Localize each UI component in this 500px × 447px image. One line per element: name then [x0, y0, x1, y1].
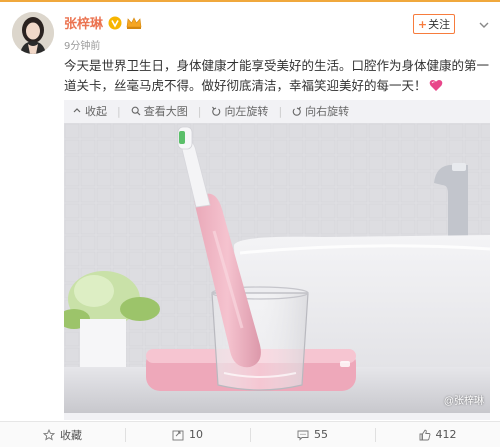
crown-icon	[126, 15, 142, 29]
magnify-icon	[131, 106, 141, 116]
media-box: 收起 | 查看大图 | 向左旋转 | 向右旋转 @张梓琳	[64, 100, 490, 420]
comment-count: 55	[314, 428, 328, 441]
username[interactable]: 张梓琳	[64, 13, 103, 32]
post-header: 张梓琳 9分钟前 + 关注	[0, 4, 500, 54]
like-count: 412	[435, 428, 457, 441]
avatar[interactable]	[12, 12, 54, 54]
collapse-button[interactable]: 收起	[72, 103, 107, 119]
heart-emoji-icon	[429, 78, 443, 91]
follow-button[interactable]: + 关注	[413, 14, 455, 34]
top-border	[0, 0, 500, 2]
repost-icon	[172, 430, 184, 440]
collapse-label: 收起	[85, 105, 107, 118]
view-large-label: 查看大图	[143, 105, 188, 118]
favorite-button[interactable]: 收藏	[0, 422, 125, 447]
post-text-content: 今天是世界卫生日，身体健康才能享受美好的生活。口腔作为身体健康的第一道关卡，丝毫…	[64, 58, 490, 93]
rotate-right-label: 向右旋转	[305, 105, 350, 118]
toothbrush-photo	[64, 123, 490, 413]
repost-count: 10	[189, 428, 203, 441]
toolbar-divider: |	[278, 104, 283, 118]
rotate-left-label: 向左旋转	[224, 105, 269, 118]
rotate-right-icon	[292, 106, 302, 116]
rotate-left-button[interactable]: 向左旋转	[211, 103, 268, 119]
user-row: 张梓琳	[64, 12, 142, 32]
view-large-button[interactable]: 查看大图	[131, 103, 188, 119]
repost-button[interactable]: 10	[125, 422, 250, 447]
toolbar-divider: |	[117, 104, 121, 118]
comment-button[interactable]: 55	[250, 422, 375, 447]
chevron-down-icon[interactable]	[478, 16, 490, 28]
post-text: 今天是世界卫生日，身体健康才能享受美好的生活。口腔作为身体健康的第一道关卡，丝毫…	[64, 56, 490, 96]
rotate-right-button[interactable]: 向右旋转	[292, 103, 349, 119]
thumb-up-icon	[419, 429, 430, 440]
v-verified-icon	[108, 15, 122, 30]
follow-label: 关注	[428, 18, 451, 31]
like-button[interactable]: 412	[375, 422, 500, 447]
comment-icon	[297, 430, 309, 441]
favorite-label: 收藏	[60, 428, 82, 442]
toolbar-divider: |	[197, 104, 202, 118]
photo-watermark: @张梓琳	[443, 396, 484, 407]
rotate-left-icon	[212, 106, 221, 116]
plus-icon: +	[417, 17, 428, 31]
post-footer: 收藏 10 55 412	[0, 421, 500, 447]
collapse-icon	[73, 108, 81, 113]
post-photo[interactable]: @张梓琳	[64, 123, 490, 413]
media-toolbar: 收起 | 查看大图 | 向左旋转 | 向右旋转	[64, 100, 490, 122]
timestamp[interactable]: 9分钟前	[64, 37, 100, 52]
star-icon	[43, 428, 55, 441]
